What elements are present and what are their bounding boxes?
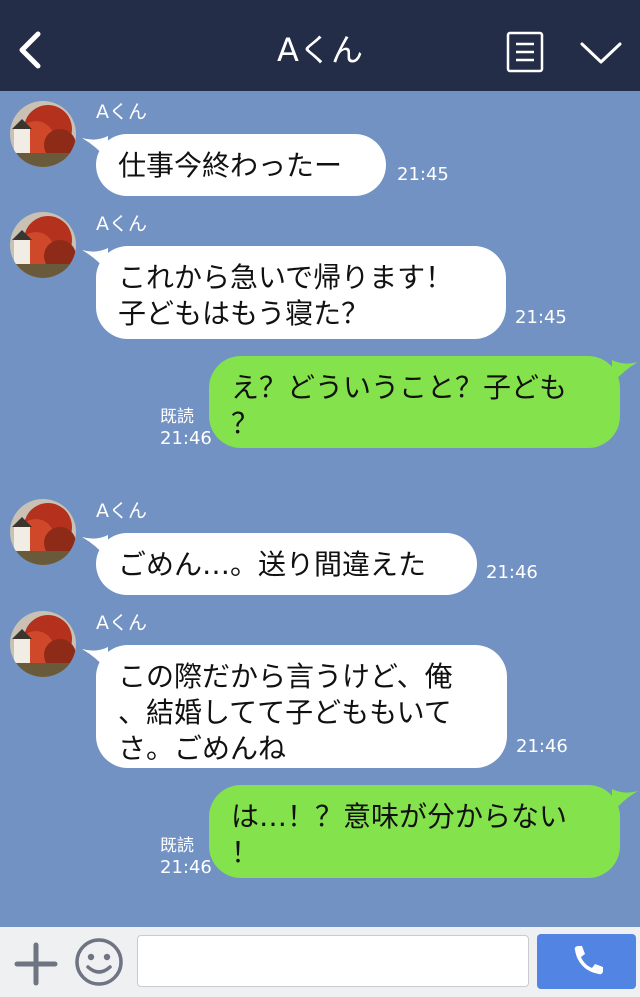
message-bubble[interactable]: は…！？意味が分からない ！ <box>209 785 620 878</box>
message-line: は…！？意味が分からない <box>231 800 568 833</box>
notes-icon[interactable] <box>506 31 544 73</box>
sender-name: Aくん <box>96 500 147 522</box>
message-time: 21:46 <box>160 428 212 449</box>
message-time: 21:46 <box>160 857 212 878</box>
message-line: 仕事今終わったー <box>118 149 343 182</box>
message-line: ！ <box>231 836 260 869</box>
message-line: さ。ごめんね <box>118 732 287 765</box>
chevron-down-icon[interactable] <box>578 36 624 68</box>
read-receipt: 既読 <box>160 836 194 856</box>
message-line: 、結婚してて子どももいて <box>118 696 452 729</box>
phone-icon <box>574 946 603 975</box>
message-line: これから急いで帰ります！ <box>118 261 454 294</box>
message-bubble[interactable]: え？どういうこと？子ども ？ <box>209 356 620 448</box>
chat-title: Aくん <box>277 31 363 69</box>
avatar[interactable] <box>10 499 76 565</box>
message-line: 子どもはもう寝た？ <box>118 297 370 330</box>
sender-name: Aくん <box>96 612 147 634</box>
message-time: 21:46 <box>486 562 538 583</box>
plus-icon[interactable] <box>14 942 58 986</box>
bubble-tail <box>612 789 638 813</box>
avatar[interactable] <box>10 611 76 677</box>
read-receipt: 既読 <box>160 407 194 427</box>
message-time: 21:45 <box>397 164 449 185</box>
message-time: 21:45 <box>515 307 567 328</box>
message-line: ごめん…。送り間違えた <box>118 548 427 581</box>
message-bubble[interactable]: 仕事今終わったー <box>96 134 386 196</box>
message-line: ？ <box>231 407 260 440</box>
message-line: え？どういうこと？子ども <box>231 371 568 404</box>
bubble-tail <box>612 360 638 384</box>
avatar[interactable] <box>10 101 76 167</box>
avatar[interactable] <box>10 212 76 278</box>
message-input[interactable] <box>137 935 529 987</box>
smiley-icon[interactable] <box>74 937 124 987</box>
sender-name: Aくん <box>96 213 147 235</box>
message-bubble[interactable]: この際だから言うけど、俺 、結婚してて子どももいて さ。ごめんね <box>96 645 507 768</box>
sender-name: Aくん <box>96 101 147 123</box>
message-time: 21:46 <box>516 736 568 757</box>
message-line: この際だから言うけど、俺 <box>118 660 453 693</box>
message-bubble[interactable]: ごめん…。送り間違えた <box>96 533 477 595</box>
message-bubble[interactable]: これから急いで帰ります！ 子どもはもう寝た？ <box>96 246 506 339</box>
call-button[interactable] <box>537 934 636 989</box>
